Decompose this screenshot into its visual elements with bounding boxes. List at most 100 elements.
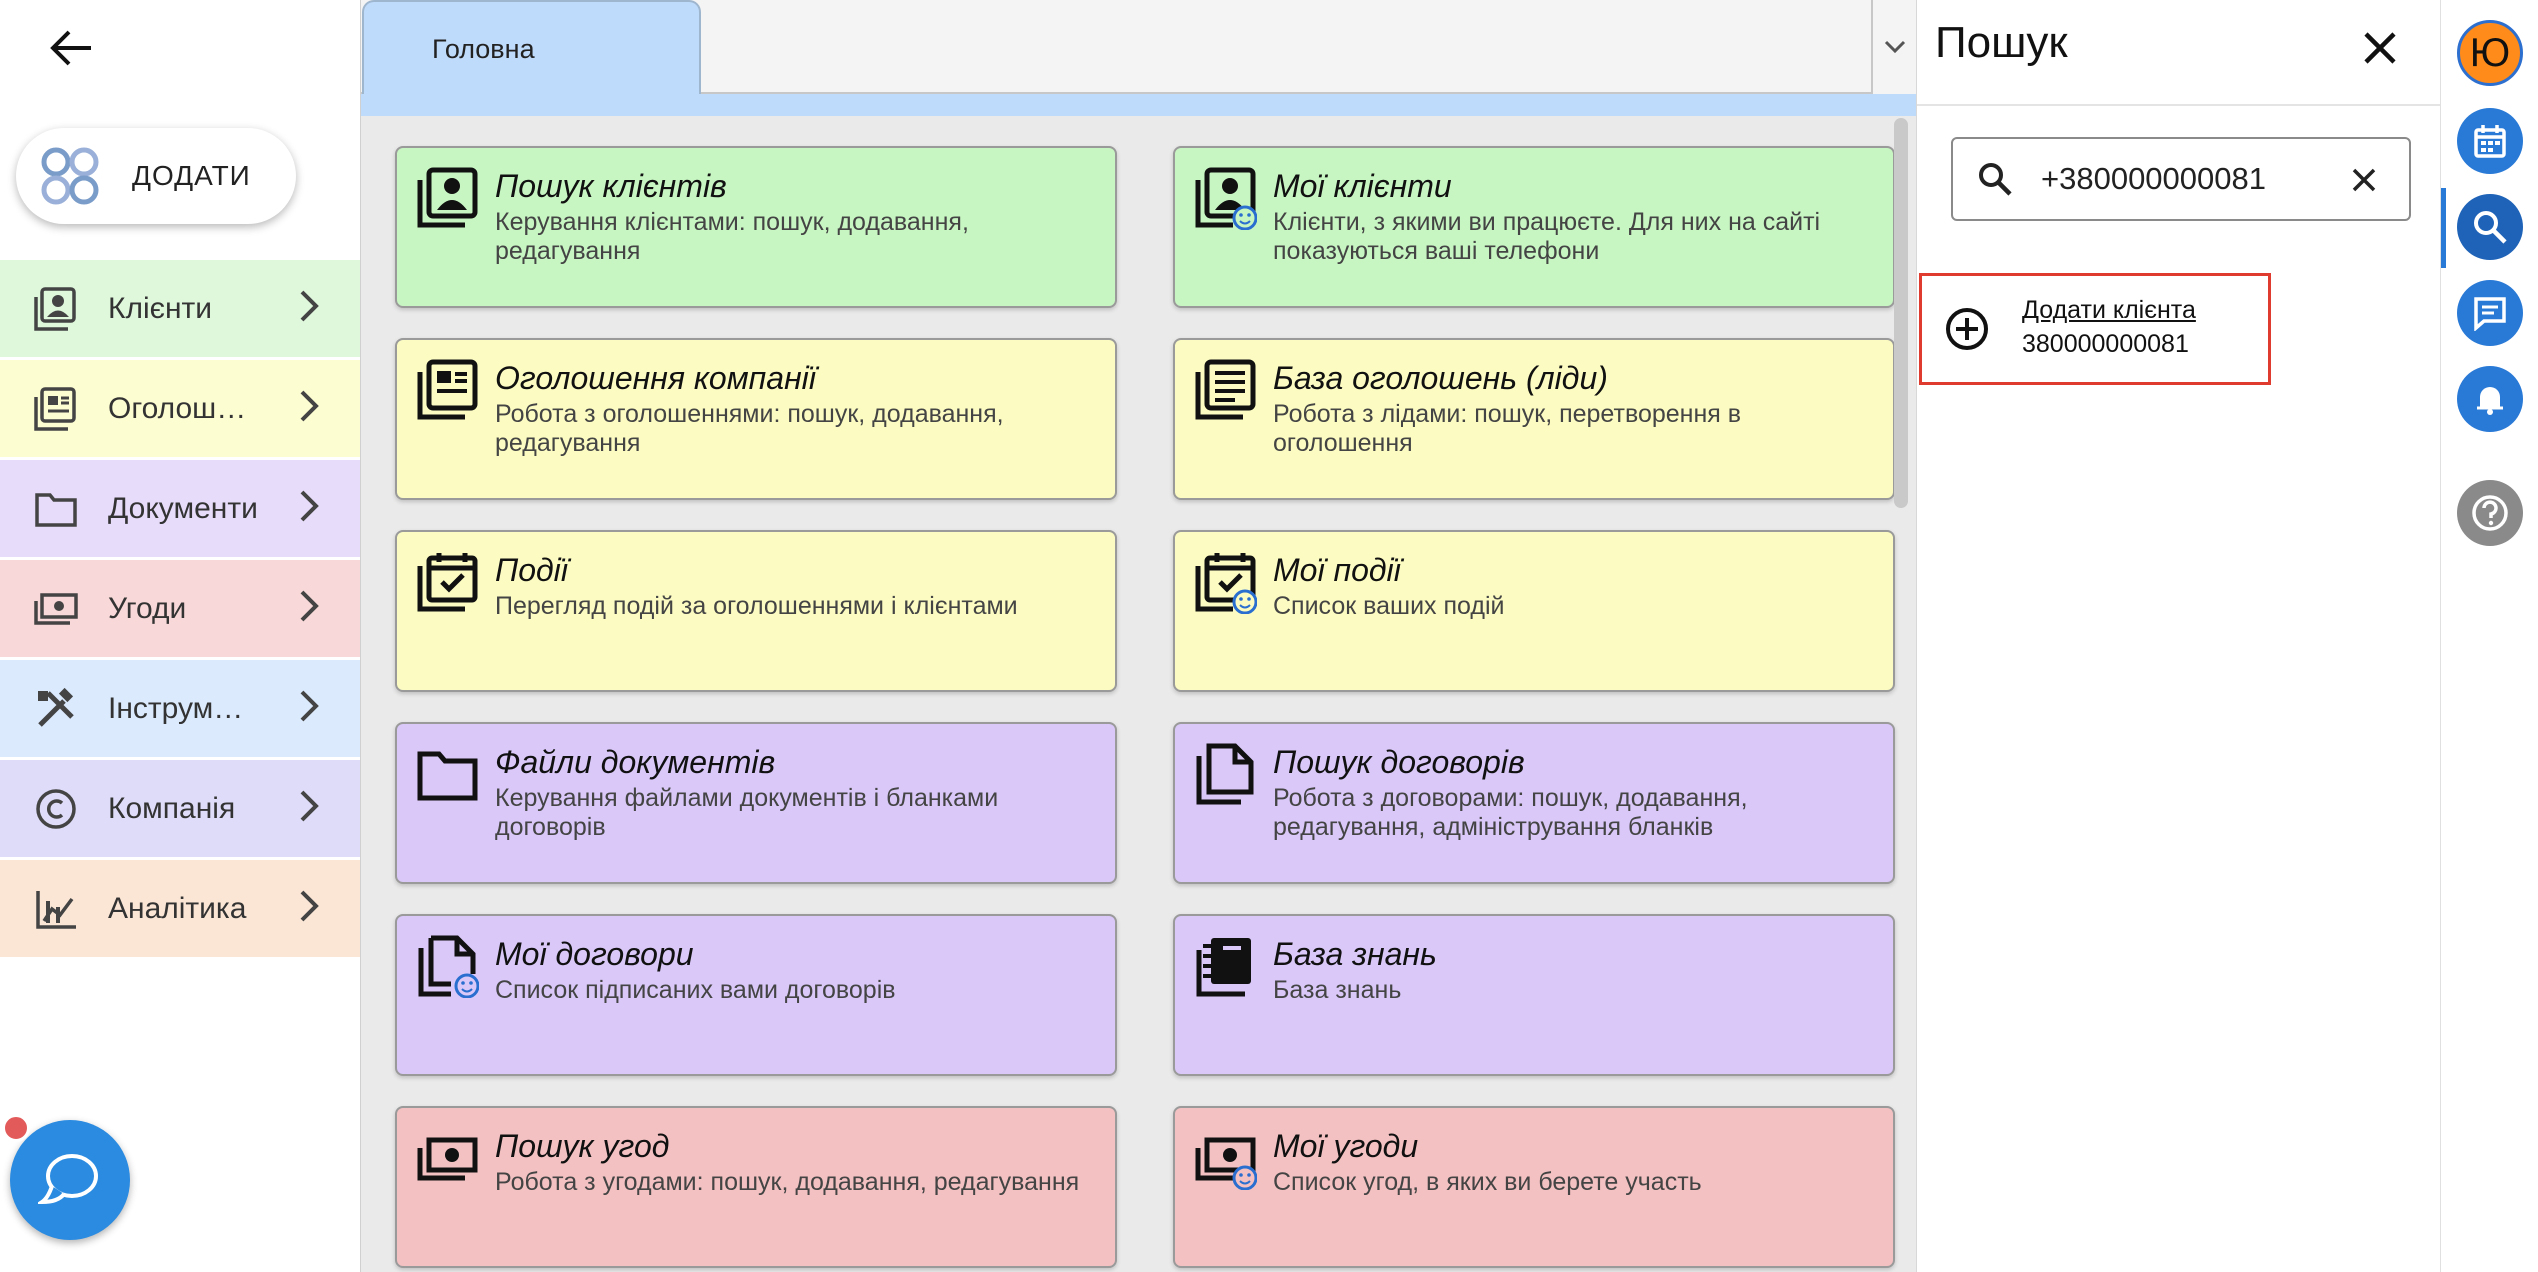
my-contacts-icon — [1195, 167, 1257, 230]
card-title: Мої угоди — [1273, 1128, 1419, 1164]
chat-button[interactable] — [10, 1120, 130, 1240]
calendar-icon — [2474, 125, 2506, 158]
money-icon — [30, 583, 82, 635]
sidebar-item-tools[interactable]: Інструменти — [0, 660, 360, 757]
sidebar-item-company[interactable]: Компанія — [0, 760, 360, 857]
notification-dot — [2, 1114, 30, 1142]
avatar[interactable]: Ю — [2457, 20, 2523, 86]
search-button[interactable] — [2457, 194, 2523, 260]
add-button-label: ДОДАТИ — [132, 160, 251, 191]
folder-icon — [30, 483, 82, 535]
card-search-deals[interactable]: Пошук угод Робота з угодами: пошук, дода… — [395, 1106, 1117, 1268]
card-description: Керування файлами документів і бланками … — [495, 784, 999, 841]
card-search-clients[interactable]: Пошук клієнтів Керування клієнтами: пошу… — [395, 146, 1117, 308]
card-knowledge-base[interactable]: База знань База знань — [1173, 914, 1895, 1076]
chevron-right-icon — [300, 290, 319, 322]
close-icon — [2352, 168, 2376, 192]
right-rail: Ю — [2440, 0, 2538, 1272]
card-description: Перегляд подій за оголошеннями і клієнта… — [495, 592, 1018, 620]
sidebar-item-label: Оголошення — [108, 391, 258, 425]
card-description: Список підписаних вами договорів — [495, 976, 896, 1004]
card-title: Мої договори — [495, 936, 694, 972]
knowledge-icon — [1196, 938, 1251, 997]
chevron-down-icon — [1884, 40, 1906, 54]
messages-button[interactable] — [2457, 280, 2523, 346]
chevron-right-icon — [300, 790, 319, 822]
add-button[interactable]: ДОДАТИ — [16, 128, 296, 224]
sidebar-item-label: Інструменти — [108, 691, 258, 725]
search-panel-title: Пошук — [1935, 18, 2068, 67]
search-icon — [1979, 163, 2012, 196]
card-search-contracts[interactable]: Пошук договорів Робота з договорами: пош… — [1173, 722, 1895, 884]
result-title: Додати клієнта — [2022, 296, 2196, 324]
listings-icon — [417, 359, 478, 420]
tools-icon — [30, 683, 82, 735]
search-box — [1951, 137, 2411, 221]
card-title: База оголошень (ліди) — [1273, 360, 1608, 396]
bell-icon — [2477, 387, 2503, 415]
chevron-right-icon — [300, 390, 319, 422]
tab-home[interactable]: Головна — [362, 0, 701, 96]
card-my-clients[interactable]: Мої клієнти Клієнти, з якими ви працюєте… — [1173, 146, 1895, 308]
money-icon — [417, 1137, 478, 1181]
folder-icon — [417, 751, 478, 801]
card-description: Керування клієнтами: пошук, додавання, р… — [495, 208, 969, 265]
analytics-icon — [30, 883, 82, 935]
card-description: База знань — [1273, 976, 1402, 1004]
tab-bar: Головна — [361, 0, 1917, 96]
search-input[interactable] — [2041, 157, 2331, 201]
card-title: Пошук договорів — [1273, 744, 1525, 780]
card-company-listings[interactable]: Оголошення компанії Робота з оголошенням… — [395, 338, 1117, 500]
card-my-deals[interactable]: Мої угоди Список угод, в яких ви берете … — [1173, 1106, 1895, 1268]
card-title: Події — [495, 552, 568, 588]
calendar-button[interactable] — [2457, 108, 2523, 174]
chat-bubble-icon — [38, 1154, 98, 1205]
clear-search-button[interactable] — [2345, 161, 2383, 199]
sidebar-item-label: Документи — [108, 491, 258, 525]
card-leads-base[interactable]: База оголошень (ліди) Робота з лідами: п… — [1173, 338, 1895, 500]
card-description: Робота з оголошеннями: пошук, додавання,… — [495, 400, 1004, 457]
sidebar-item-label: Клієнти — [108, 291, 213, 325]
listings-icon — [30, 383, 82, 435]
card-title: Пошук угод — [495, 1128, 670, 1164]
card-description: Клієнти, з якими ви працюєте. Для них на… — [1273, 208, 1821, 265]
chevron-right-icon — [300, 890, 319, 922]
result-subtitle: 380000000081 — [2022, 330, 2189, 358]
sidebar-item-listings[interactable]: Оголошення — [0, 360, 360, 457]
card-title: Оголошення компанії — [495, 360, 816, 396]
sidebar-item-analytics[interactable]: Аналітика — [0, 860, 360, 957]
sidebar-item-deals[interactable]: Угоди — [0, 560, 360, 657]
card-description: Список ваших подій — [1273, 592, 1505, 620]
card-title: Пошук клієнтів — [495, 168, 727, 204]
my-events-icon — [1195, 553, 1257, 614]
card-my-contracts[interactable]: Мої договори Список підписаних вами дого… — [395, 914, 1117, 1076]
card-document-files[interactable]: Файли документів Керування файлами докум… — [395, 722, 1117, 884]
add-client-result[interactable]: Додати клієнта 380000000081 — [1919, 273, 2271, 385]
chevron-right-icon — [300, 690, 319, 722]
help-button[interactable] — [2457, 480, 2523, 546]
card-my-events[interactable]: Мої події Список ваших подій — [1173, 530, 1895, 692]
card-events[interactable]: Події Перегляд подій за оголошеннями і к… — [395, 530, 1117, 692]
scrollbar-thumb[interactable] — [1894, 118, 1908, 508]
back-button[interactable] — [40, 20, 102, 76]
article-icon — [1195, 359, 1256, 420]
active-indicator — [2441, 188, 2446, 268]
card-title: Файли документів — [495, 744, 776, 780]
add-logo-icon — [41, 147, 99, 205]
add-circle-icon — [1946, 308, 1988, 350]
search-icon — [2474, 211, 2507, 244]
copyright-icon — [30, 783, 82, 835]
sidebar-item-label: Аналітика — [108, 891, 247, 925]
contracts-icon — [1196, 743, 1254, 805]
sidebar-item-clients[interactable]: Клієнти — [0, 260, 360, 357]
close-search-button[interactable] — [2356, 24, 2404, 72]
chevron-right-icon — [300, 490, 319, 522]
card-description: Список угод, в яких ви берете участь — [1273, 1168, 1702, 1196]
sidebar-item-label: Компанія — [108, 791, 236, 825]
tabs-dropdown-button[interactable] — [1871, 0, 1917, 94]
sidebar-item-documents[interactable]: Документи — [0, 460, 360, 557]
notifications-button[interactable] — [2457, 366, 2523, 432]
my-deals-icon — [1195, 1137, 1257, 1190]
card-title: Мої події — [1273, 552, 1401, 588]
main-area: Головна Пошук клієнтів Керування клієнта… — [360, 0, 1917, 1272]
